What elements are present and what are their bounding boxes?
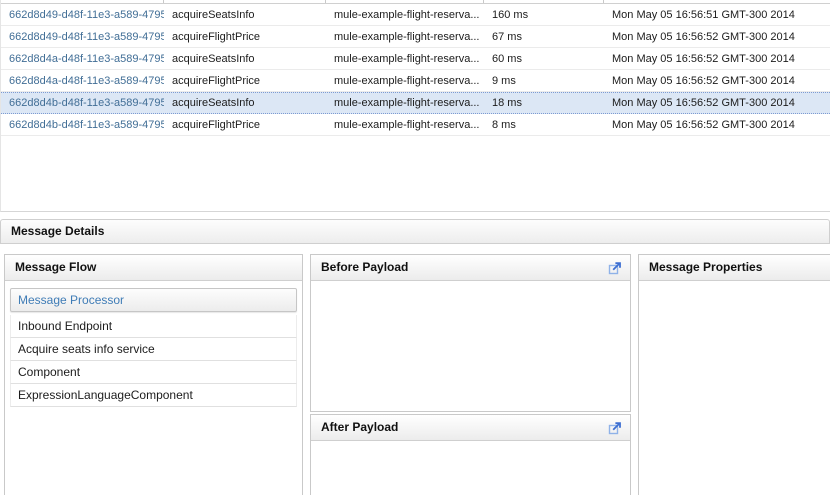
message-details-panels: Message Flow Message Processor Inbound E… [0,254,830,495]
timestamp-cell: Mon May 05 16:56:52 GMT-300 2014 [604,119,830,131]
flow-name-cell: mule-example-flight-reserva... [326,119,484,131]
message-flow-title: Message Flow [15,255,96,280]
message-flow-panel: Message Flow Message Processor Inbound E… [4,254,303,495]
timestamp-cell: Mon May 05 16:56:52 GMT-300 2014 [604,53,830,65]
flow-item[interactable]: Component [10,361,297,384]
duration-cell: 8 ms [484,119,604,131]
message-id-link[interactable]: 662d8d4b-d48f-11e3-a589-4795 [1,97,164,109]
duration-cell: 18 ms [484,97,604,109]
message-properties-panel: Message Properties [638,254,830,495]
message-flow-content: Message Processor Inbound EndpointAcquir… [5,281,302,407]
processor-name-cell: acquireSeatsInfo [164,97,326,109]
duration-cell: 160 ms [484,9,604,21]
before-payload-header: Before Payload [311,255,630,281]
timestamp-cell: Mon May 05 16:56:51 GMT-300 2014 [604,9,830,21]
message-properties-title: Message Properties [649,255,762,280]
popout-icon [608,261,622,275]
message-flow-panel-header: Message Flow [5,255,302,281]
after-payload-header: After Payload [311,415,630,441]
message-details-header: Message Details [0,219,830,244]
table-row[interactable]: 662d8d4b-d48f-11e3-a589-4795 acquireFlig… [1,114,830,136]
processor-name-cell: acquireFlightPrice [164,31,326,43]
duration-cell: 67 ms [484,31,604,43]
before-payload-title: Before Payload [321,255,408,280]
processor-name-cell: acquireFlightPrice [164,75,326,87]
timestamp-cell: Mon May 05 16:56:52 GMT-300 2014 [604,97,830,109]
flow-name-cell: mule-example-flight-reserva... [326,97,484,109]
table-row[interactable]: 662d8d49-d48f-11e3-a589-4795 acquireSeat… [1,4,830,26]
payload-column: Before Payload After Payload [310,254,631,495]
table-row[interactable]: 662d8d49-d48f-11e3-a589-4795 acquireFlig… [1,26,830,48]
flow-name-cell: mule-example-flight-reserva... [326,75,484,87]
processor-name-cell: acquireFlightPrice [164,119,326,131]
message-processor-column-header[interactable]: Message Processor [10,288,297,312]
message-id-link[interactable]: 662d8d4a-d48f-11e3-a589-4795 [1,53,164,65]
message-id-link[interactable]: 662d8d49-d48f-11e3-a589-4795 [1,31,164,43]
timestamp-cell: Mon May 05 16:56:52 GMT-300 2014 [604,31,830,43]
after-payload-panel: After Payload [310,414,631,495]
table-row[interactable]: 662d8d4a-d48f-11e3-a589-4795 acquireFlig… [1,70,830,92]
popout-icon [608,421,622,435]
flow-name-cell: mule-example-flight-reserva... [326,9,484,21]
message-grid-rows: 662d8d49-d48f-11e3-a589-4795 acquireSeat… [1,4,830,136]
message-flow-list: Inbound EndpointAcquire seats info servi… [10,315,297,407]
before-payload-popout-button[interactable] [607,260,622,275]
duration-cell: 60 ms [484,53,604,65]
message-id-link[interactable]: 662d8d4a-d48f-11e3-a589-4795 [1,75,164,87]
flow-name-cell: mule-example-flight-reserva... [326,31,484,43]
flow-item[interactable]: Inbound Endpoint [10,315,297,338]
flow-item[interactable]: Acquire seats info service [10,338,297,361]
flow-item[interactable]: ExpressionLanguageComponent [10,384,297,407]
flow-name-cell: mule-example-flight-reserva... [326,53,484,65]
table-row[interactable]: 662d8d4a-d48f-11e3-a589-4795 acquireSeat… [1,48,830,70]
message-grid: 662d8d49-d48f-11e3-a589-4795 acquireSeat… [0,0,830,212]
message-id-link[interactable]: 662d8d4b-d48f-11e3-a589-4795 [1,119,164,131]
message-properties-header: Message Properties [639,255,830,281]
processor-name-cell: acquireSeatsInfo [164,9,326,21]
duration-cell: 9 ms [484,75,604,87]
after-payload-popout-button[interactable] [607,420,622,435]
processor-name-cell: acquireSeatsInfo [164,53,326,65]
message-id-link[interactable]: 662d8d49-d48f-11e3-a589-4795 [1,9,164,21]
after-payload-title: After Payload [321,415,398,440]
before-payload-panel: Before Payload [310,254,631,412]
timestamp-cell: Mon May 05 16:56:52 GMT-300 2014 [604,75,830,87]
table-row[interactable]: 662d8d4b-d48f-11e3-a589-4795 acquireSeat… [1,92,830,114]
